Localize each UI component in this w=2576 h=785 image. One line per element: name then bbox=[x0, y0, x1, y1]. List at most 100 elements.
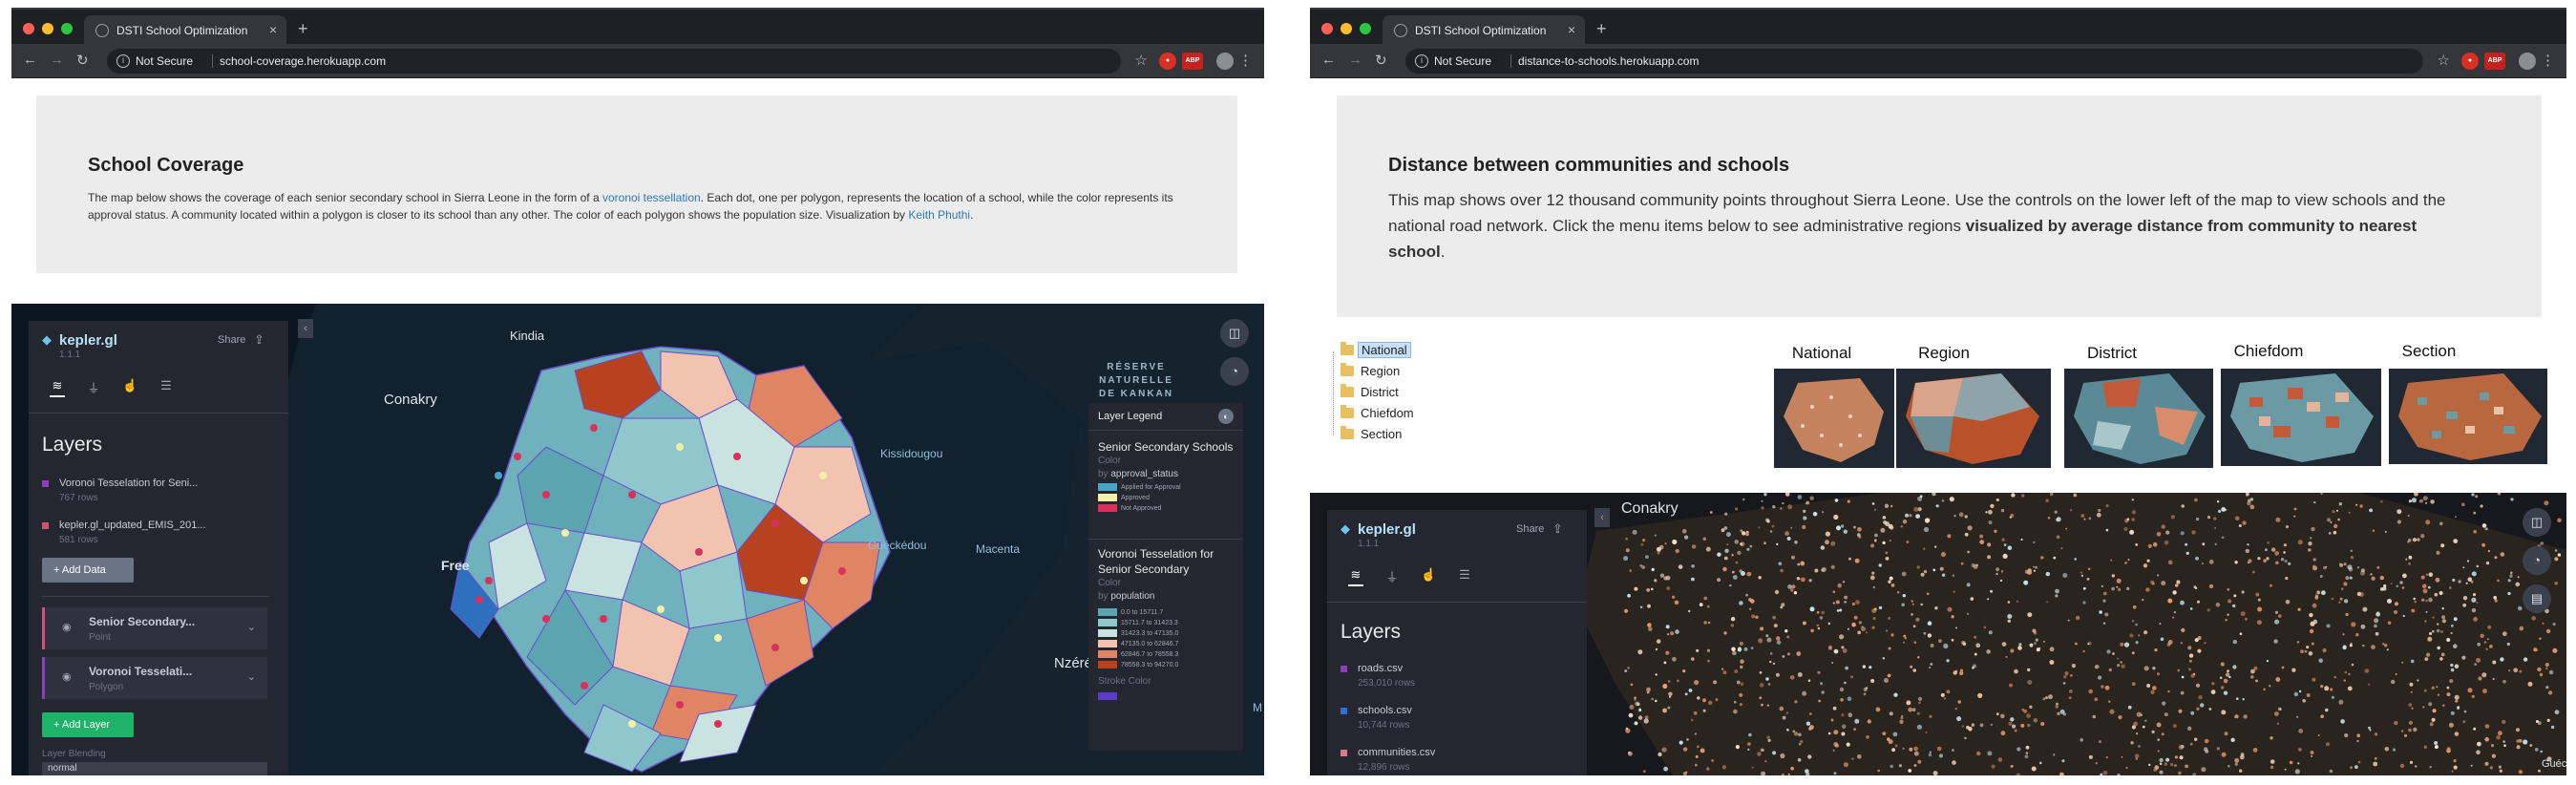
browser-tab[interactable]: DSTI School Optimization × bbox=[1383, 15, 1585, 46]
adblock-icon[interactable]: ABP bbox=[2484, 53, 2505, 70]
browser-menu-icon[interactable]: ⋮ bbox=[2541, 52, 2555, 69]
layers-tab-icon[interactable]: ≋ bbox=[50, 378, 65, 397]
layer-blending-select[interactable]: normal bbox=[42, 762, 267, 775]
interaction-tab-icon[interactable]: ☝ bbox=[122, 378, 137, 393]
chevron-down-icon[interactable]: ⌄ bbox=[247, 621, 256, 633]
window-controls bbox=[23, 23, 73, 34]
adblock-icon[interactable]: ABP bbox=[1182, 53, 1203, 70]
place-label-macenta: Macenta bbox=[976, 542, 1021, 556]
url-input[interactable]: i Not Secure school-coverage.herokuapp.c… bbox=[107, 49, 1121, 74]
forward-button[interactable]: → bbox=[50, 52, 64, 68]
3d-map-button[interactable]: ◔ bbox=[2523, 546, 2551, 575]
legend-field-name: population bbox=[1110, 591, 1155, 602]
extension-icon[interactable]: ● bbox=[1159, 53, 1176, 70]
browser-tab[interactable]: DSTI School Optimization × bbox=[84, 15, 286, 46]
add-data-button[interactable]: + Add Data bbox=[42, 558, 134, 583]
legend-item: Not Approved bbox=[1098, 503, 1241, 513]
add-layer-button[interactable]: + Add Layer bbox=[42, 712, 134, 737]
legend-swatch bbox=[1098, 608, 1117, 616]
legend-item-label: 62846.7 to 78558.3 bbox=[1121, 650, 1179, 658]
thumbnail-national[interactable] bbox=[1774, 369, 1894, 468]
split-map-button[interactable]: ◫ bbox=[1220, 319, 1249, 348]
thumbnail-chiefdom[interactable] bbox=[2221, 369, 2381, 466]
back-button[interactable]: ← bbox=[23, 52, 37, 68]
minimize-window-button[interactable] bbox=[1341, 23, 1352, 34]
basemap-tab-icon[interactable]: ☰ bbox=[1457, 567, 1472, 583]
thumbnail-section[interactable] bbox=[2389, 369, 2547, 464]
new-tab-button[interactable]: + bbox=[1596, 19, 1607, 39]
filter-tab-icon[interactable]: ⏚ bbox=[1384, 567, 1400, 584]
legend-swatch bbox=[1098, 629, 1117, 637]
kepler-side-panel: ◆ kepler.gl 1.1.1 Share ⇪ ≋ ⏚ ☝ ☰ Layers… bbox=[29, 321, 288, 775]
legend-item-label: Approved bbox=[1121, 494, 1150, 501]
collapse-panel-button[interactable]: ‹ bbox=[1594, 508, 1610, 527]
browser-menu-icon[interactable]: ⋮ bbox=[1238, 52, 1253, 69]
tab-divider bbox=[1327, 602, 1587, 603]
extension-icon[interactable]: ● bbox=[2461, 53, 2479, 70]
split-map-button[interactable]: ◫ bbox=[2523, 508, 2551, 537]
collapse-panel-button[interactable]: ‹ bbox=[298, 319, 313, 338]
thumbnail-district[interactable] bbox=[2064, 369, 2213, 468]
layers-tab-icon[interactable]: ≋ bbox=[1348, 567, 1363, 586]
layers-heading: Layers bbox=[42, 434, 103, 456]
forward-button[interactable]: → bbox=[1348, 52, 1362, 68]
kepler-map[interactable]: Conakry Guéc ◫ ◔ ▤ ‹ ◆ kepler.gl 1.1.1 S… bbox=[1310, 493, 2566, 775]
kepler-side-panel: ◆ kepler.gl 1.1.1 Share ⇪ ≋ ⏚ ☝ ☰ Layers… bbox=[1327, 510, 1587, 775]
basemap-tab-icon[interactable]: ☰ bbox=[158, 378, 174, 393]
legend-item: 78558.3 to 94270.0 bbox=[1098, 660, 1241, 669]
security-status: Not Secure bbox=[1434, 54, 1492, 68]
kepler-map[interactable]: Kindia Conakry Free Kissidougou Guéckédo… bbox=[11, 304, 1264, 775]
profile-avatar[interactable] bbox=[1216, 53, 1234, 70]
share-icon[interactable]: ⇪ bbox=[1552, 521, 1563, 537]
bookmark-star-icon[interactable]: ☆ bbox=[2438, 52, 2450, 69]
maximize-window-button[interactable] bbox=[1360, 23, 1371, 34]
place-label-gueckedou: Guéckédou bbox=[868, 539, 927, 552]
eye-icon[interactable]: ◉ bbox=[62, 621, 72, 633]
share-button[interactable]: Share bbox=[218, 334, 245, 346]
legend-color-label: Color bbox=[1098, 456, 1121, 466]
legend-stroke-swatch bbox=[1098, 692, 1117, 700]
legend-button[interactable]: ▤ bbox=[2523, 584, 2551, 613]
close-tab-icon[interactable]: × bbox=[269, 22, 277, 37]
thumbnail-label: National bbox=[1791, 344, 1852, 362]
header-box: School Coverage The map below shows the … bbox=[36, 95, 1237, 273]
legend-swatch bbox=[1098, 619, 1117, 626]
author-link[interactable]: Keith Phuthi bbox=[908, 208, 970, 222]
bookmark-star-icon[interactable]: ☆ bbox=[1135, 52, 1148, 69]
legend-divider bbox=[1088, 430, 1243, 431]
url-input[interactable]: i Not Secure distance-to-schools.herokua… bbox=[1405, 49, 2423, 74]
dataset-name: kepler.gl_updated_EMIS_201... bbox=[59, 520, 206, 531]
close-window-button[interactable] bbox=[23, 23, 34, 34]
profile-avatar[interactable] bbox=[2519, 53, 2536, 70]
thumbnail-label: Region bbox=[1918, 344, 1970, 362]
voronoi-link[interactable]: voronoi tessellation bbox=[602, 191, 701, 204]
eye-icon[interactable]: ◉ bbox=[62, 670, 72, 683]
legend-toggle-icon[interactable]: ◐ bbox=[1218, 409, 1234, 424]
chevron-down-icon[interactable]: ⌄ bbox=[247, 670, 256, 683]
3d-map-button[interactable]: ◔ bbox=[1220, 357, 1249, 386]
filter-tab-icon[interactable]: ⏚ bbox=[86, 378, 101, 395]
share-button[interactable]: Share bbox=[1516, 523, 1544, 535]
back-button[interactable]: ← bbox=[1321, 52, 1336, 68]
interaction-tab-icon[interactable]: ☝ bbox=[1421, 567, 1436, 583]
kepler-brand: kepler.gl bbox=[1358, 521, 1416, 538]
close-window-button[interactable] bbox=[1321, 23, 1333, 34]
folder-icon bbox=[1341, 342, 1354, 355]
maximize-window-button[interactable] bbox=[61, 23, 73, 34]
kepler-version: 1.1.1 bbox=[59, 350, 81, 360]
reserve-label: RÉSERVE NATURELLE DE KANKAN bbox=[1090, 361, 1182, 401]
minimize-window-button[interactable] bbox=[42, 23, 53, 34]
thumbnail-region[interactable] bbox=[1896, 369, 2051, 468]
layer-card[interactable]: ◉ Senior Secondary... Point ⌄ bbox=[42, 607, 267, 649]
info-icon[interactable]: i bbox=[116, 54, 130, 68]
page-title: School Coverage bbox=[88, 155, 244, 176]
close-tab-icon[interactable]: × bbox=[1568, 22, 1575, 37]
reload-button[interactable]: ↻ bbox=[76, 52, 89, 69]
share-icon[interactable]: ⇪ bbox=[254, 332, 264, 348]
layer-card[interactable]: ◉ Voronoi Tesselati... Polygon ⌄ bbox=[42, 657, 267, 699]
reserve-line: RÉSERVE bbox=[1107, 362, 1166, 372]
info-icon[interactable]: i bbox=[1415, 54, 1428, 68]
new-tab-button[interactable]: + bbox=[298, 19, 308, 39]
place-label-conakry: Conakry bbox=[384, 392, 437, 408]
reload-button[interactable]: ↻ bbox=[1375, 52, 1387, 69]
